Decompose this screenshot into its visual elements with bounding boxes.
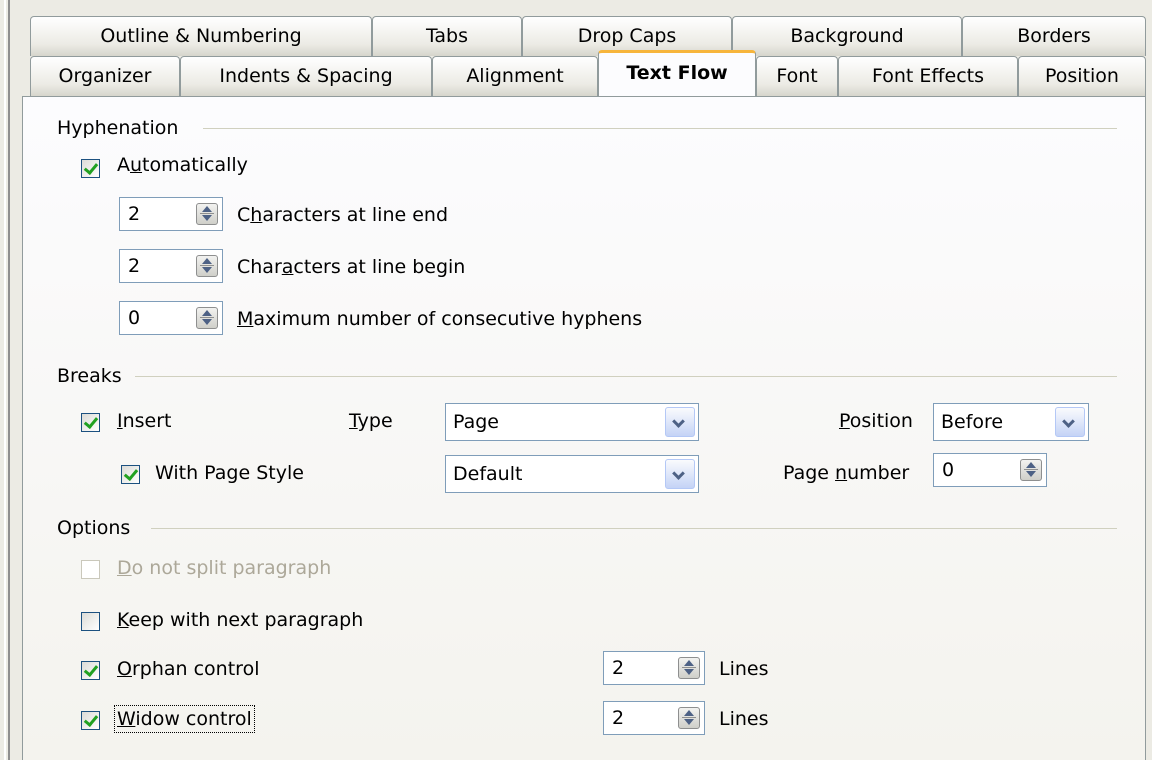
orphan-lines-spinbox[interactable]: 2 [603, 651, 705, 685]
breaks-section-title: Breaks [57, 365, 122, 387]
break-type-dropdown[interactable]: Page [445, 403, 699, 441]
chars-line-begin-spinbox[interactable]: 2 [119, 249, 223, 283]
max-hyphens-value[interactable]: 0 [128, 307, 140, 329]
text-flow-panel: Hyphenation Automatically 2 Characters a… [22, 96, 1146, 760]
chevron-down-icon[interactable] [665, 407, 695, 437]
orphan-control-checkbox[interactable] [81, 661, 100, 680]
tab-background[interactable]: Background [732, 16, 962, 56]
tab-organizer[interactable]: Organizer [30, 56, 180, 96]
widow-lines-value[interactable]: 2 [612, 707, 624, 729]
window-frame-edge [0, 0, 14, 760]
tab-text-flow[interactable]: Text Flow [598, 50, 756, 96]
options-section-title: Options [57, 517, 131, 539]
max-hyphens-label: Maximum number of consecutive hyphens [237, 308, 643, 330]
widow-lines-spinbox[interactable]: 2 [603, 701, 705, 735]
spin-arrows-icon[interactable] [1020, 459, 1042, 481]
do-not-split-checkbox[interactable] [81, 560, 100, 579]
chevron-down-icon[interactable] [665, 459, 695, 489]
spin-arrows-icon[interactable] [196, 255, 218, 277]
with-page-style-label[interactable]: With Page Style [155, 462, 304, 484]
break-position-dropdown[interactable]: Before [933, 403, 1089, 441]
automatically-checkbox[interactable] [81, 159, 100, 178]
spin-arrows-icon[interactable] [678, 707, 700, 729]
keep-with-next-label[interactable]: Keep with next paragraph [117, 609, 363, 631]
position-label: Position [839, 410, 913, 432]
tab-borders[interactable]: Borders [962, 16, 1146, 56]
tab-outline-numbering[interactable]: Outline & Numbering [30, 16, 372, 56]
insert-label[interactable]: Insert [117, 410, 172, 432]
chars-line-begin-value[interactable]: 2 [128, 255, 140, 277]
tab-alignment[interactable]: Alignment [432, 56, 598, 96]
tab-font-effects[interactable]: Font Effects [838, 56, 1018, 96]
tab-tabs[interactable]: Tabs [372, 16, 522, 56]
orphan-lines-value[interactable]: 2 [612, 657, 624, 679]
page-style-value: Default [453, 463, 523, 485]
page-number-label: Page number [783, 462, 910, 484]
type-label: Type [349, 410, 393, 432]
spin-arrows-icon[interactable] [678, 657, 700, 679]
chars-line-end-label: Characters at line end [237, 204, 449, 226]
automatically-label[interactable]: Automatically [117, 154, 248, 176]
widow-control-checkbox[interactable] [81, 711, 100, 730]
chevron-down-icon[interactable] [1055, 407, 1085, 437]
chars-line-begin-label: Characters at line begin [237, 256, 466, 278]
widow-lines-label: Lines [719, 708, 769, 730]
do-not-split-label: Do not split paragraph [117, 557, 332, 579]
hyphenation-section-title: Hyphenation [57, 117, 179, 139]
tab-indents-spacing[interactable]: Indents & Spacing [180, 56, 432, 96]
tab-font[interactable]: Font [756, 56, 838, 96]
with-page-style-checkbox[interactable] [121, 465, 140, 484]
keep-with-next-checkbox[interactable] [81, 612, 100, 631]
hyphenation-divider [203, 128, 1117, 129]
insert-checkbox[interactable] [81, 413, 100, 432]
spin-arrows-icon[interactable] [196, 203, 218, 225]
page-style-dropdown[interactable]: Default [445, 455, 699, 493]
orphan-control-label[interactable]: Orphan control [117, 658, 259, 680]
chars-line-end-spinbox[interactable]: 2 [119, 197, 223, 231]
break-position-value: Before [941, 411, 1004, 433]
spin-arrows-icon[interactable] [196, 307, 218, 329]
widow-control-label[interactable]: Widow control [114, 705, 255, 733]
break-type-value: Page [453, 411, 499, 433]
tab-position[interactable]: Position [1018, 56, 1146, 96]
max-hyphens-spinbox[interactable]: 0 [119, 301, 223, 335]
options-divider [151, 528, 1117, 529]
chars-line-end-value[interactable]: 2 [128, 203, 140, 225]
page-number-spinbox[interactable]: 0 [933, 453, 1047, 487]
page-number-value[interactable]: 0 [942, 459, 954, 481]
breaks-divider [135, 376, 1117, 377]
orphan-lines-label: Lines [719, 658, 769, 680]
